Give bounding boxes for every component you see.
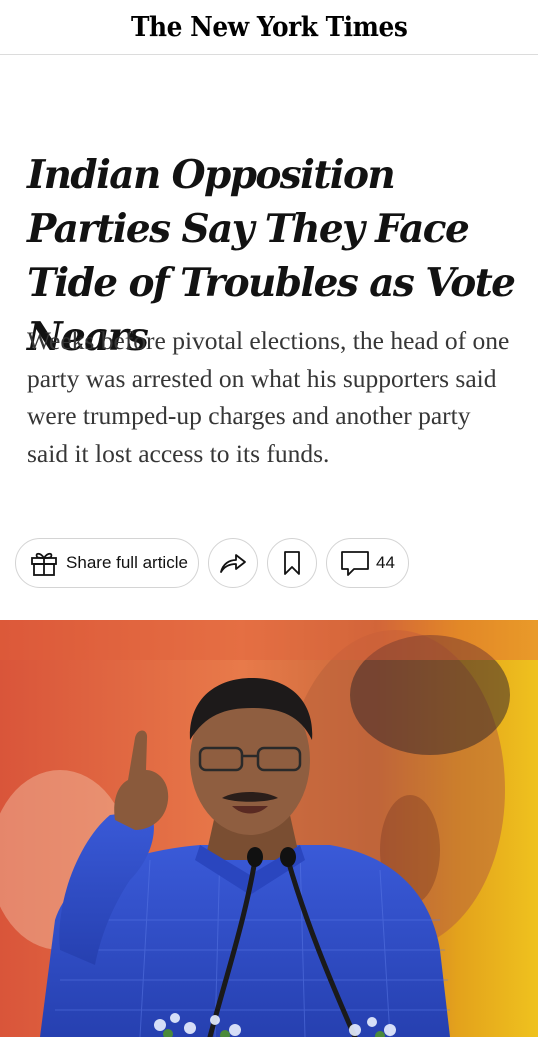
gift-icon <box>30 550 58 576</box>
save-article-button[interactable] <box>267 538 317 588</box>
share-button-label: Share full article <box>66 553 188 572</box>
nyt-logo[interactable]: The New York Times <box>131 12 408 43</box>
hero-photo <box>0 620 538 1037</box>
comments-button[interactable]: 44 <box>326 538 409 588</box>
share-full-article-button[interactable]: Share full article <box>15 538 199 588</box>
article-summary: Weeks before pivotal elections, the head… <box>27 326 510 468</box>
share-button[interactable] <box>208 538 258 588</box>
article-hero-image[interactable] <box>0 620 538 1037</box>
masthead: The New York Times <box>0 0 538 55</box>
article-action-bar: Share full article 44 <box>15 538 418 588</box>
comment-icon <box>340 550 370 576</box>
share-arrow-icon <box>218 552 248 574</box>
comment-count: 44 <box>376 553 395 572</box>
bookmark-icon <box>283 551 301 575</box>
